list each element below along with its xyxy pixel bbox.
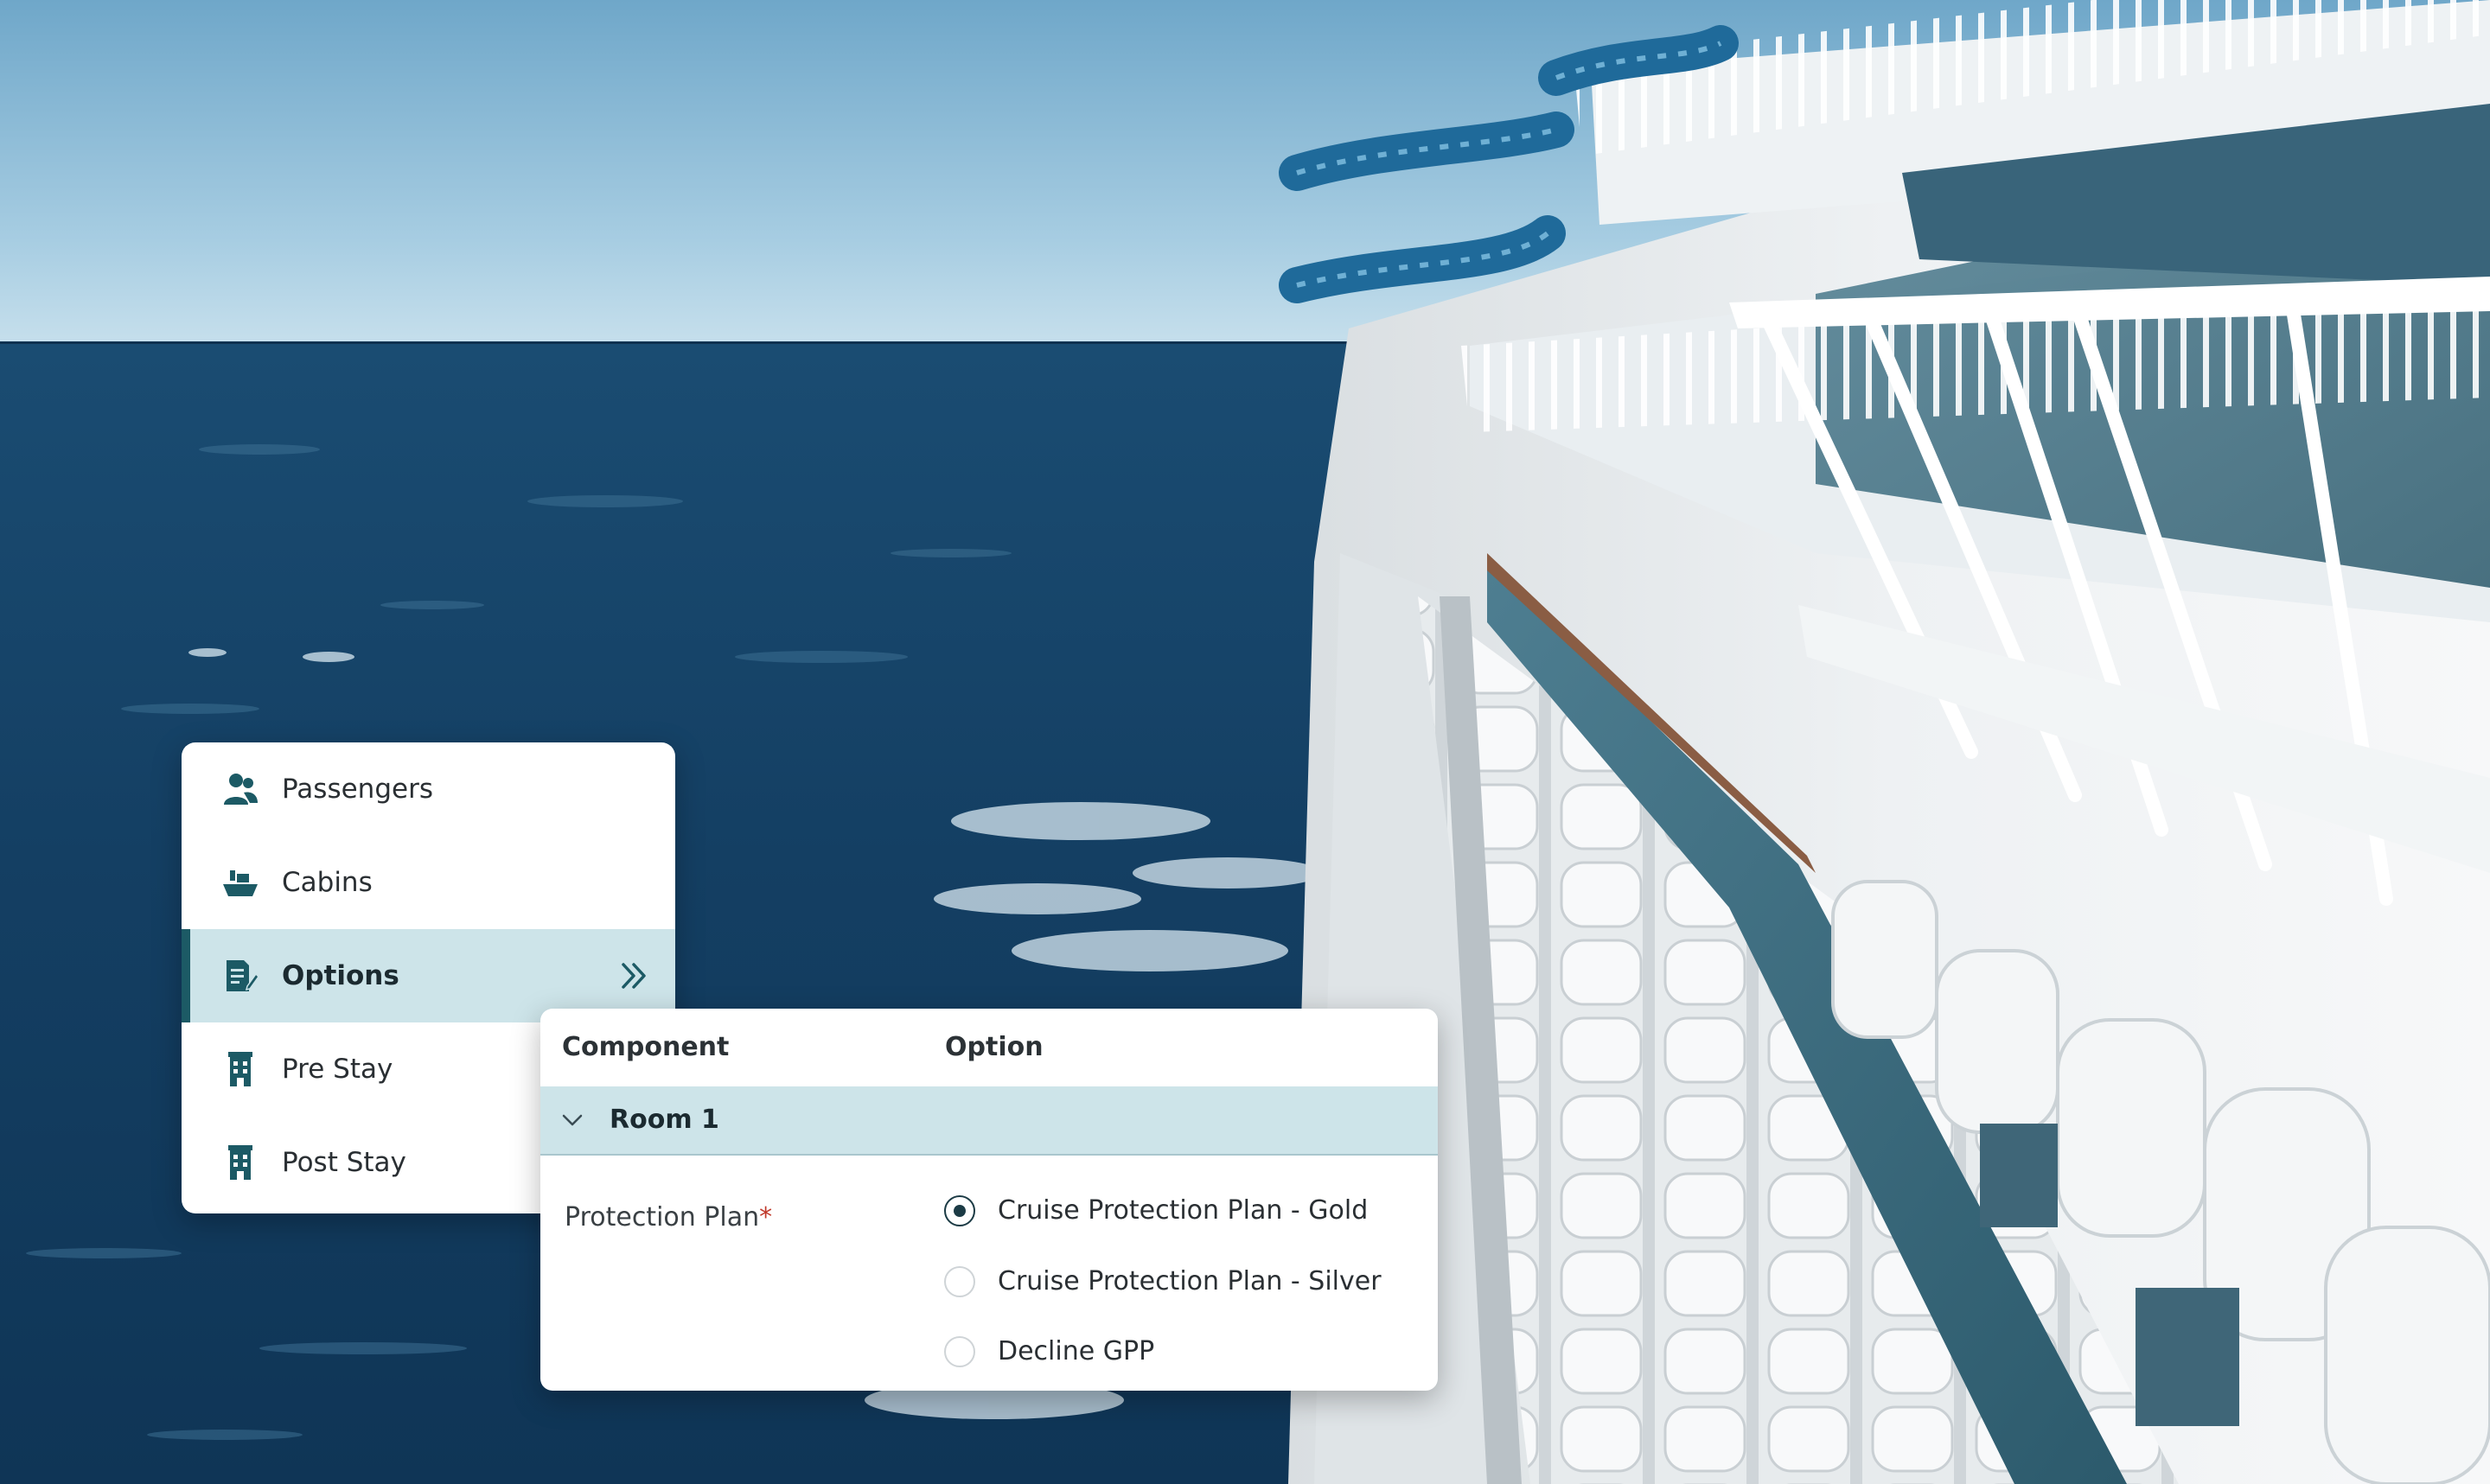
- nav-item-label: Post Stay: [282, 1147, 406, 1178]
- nav-item-cabins[interactable]: Cabins: [182, 836, 675, 929]
- required-marker: *: [759, 1202, 773, 1232]
- nav-item-label: Cabins: [282, 867, 373, 898]
- radio-option-gold[interactable]: Cruise Protection Plan - Gold: [944, 1185, 1428, 1237]
- nav-item-label: Pre Stay: [282, 1054, 393, 1085]
- chevron-down-icon[interactable]: [559, 1107, 585, 1133]
- radio-option-decline[interactable]: Decline GPP: [944, 1326, 1428, 1378]
- options-panel: Component Option Room 1 Protection Plan*…: [540, 1009, 1438, 1391]
- radio-option-silver[interactable]: Cruise Protection Plan - Silver: [944, 1256, 1428, 1308]
- radio-label[interactable]: Cruise Protection Plan - Silver: [998, 1256, 1382, 1308]
- options-list-icon: [227, 960, 259, 991]
- radio-button[interactable]: [944, 1266, 975, 1297]
- passengers-icon: [224, 774, 258, 805]
- column-header-component: Component: [562, 1032, 730, 1062]
- nav-item-label: Passengers: [282, 774, 433, 805]
- hotel-icon: [228, 1052, 252, 1086]
- table-header: Component Option: [540, 1009, 1438, 1088]
- column-header-option: Option: [945, 1032, 1044, 1062]
- hotel-icon: [228, 1145, 252, 1180]
- field-label-protection-plan: Protection Plan*: [565, 1201, 772, 1235]
- ship-icon: [223, 870, 258, 896]
- radio-button[interactable]: [944, 1195, 975, 1226]
- double-chevron-right-icon: [622, 963, 646, 989]
- nav-item-label: Options: [282, 960, 399, 991]
- radio-label[interactable]: Decline GPP: [998, 1326, 1154, 1378]
- nav-item-passengers[interactable]: Passengers: [182, 742, 675, 836]
- group-label: Room 1: [610, 1105, 719, 1135]
- radio-button[interactable]: [944, 1336, 975, 1367]
- group-row-room[interactable]: Room 1: [540, 1086, 1438, 1156]
- radio-label[interactable]: Cruise Protection Plan - Gold: [998, 1185, 1368, 1237]
- field-label-text: Protection Plan: [565, 1202, 760, 1232]
